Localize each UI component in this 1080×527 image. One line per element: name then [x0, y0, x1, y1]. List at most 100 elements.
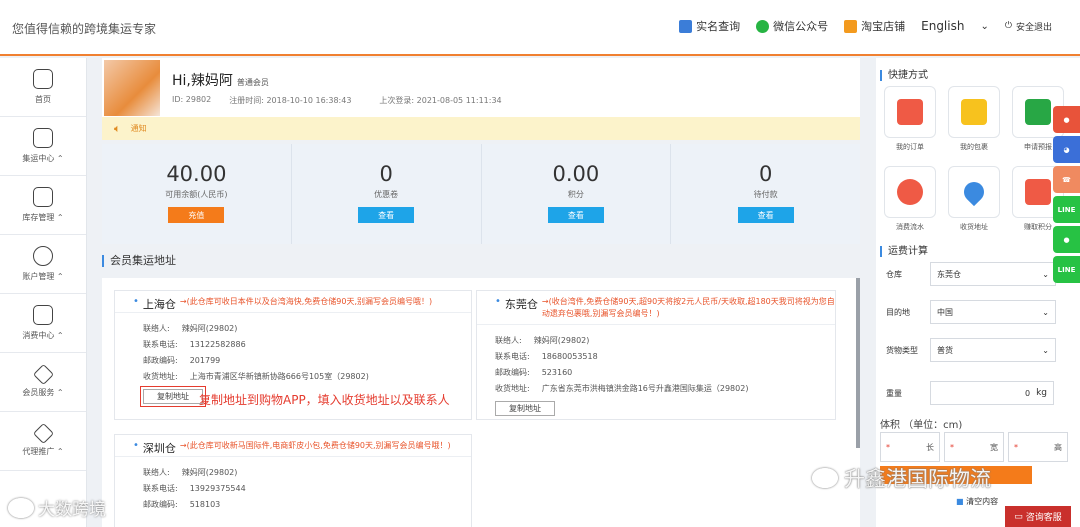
package-icon: [961, 99, 987, 125]
calculator-title: 运费计算: [880, 246, 928, 257]
copy-address-button[interactable]: 复制地址: [140, 386, 206, 407]
brand-logo-icon: [8, 497, 34, 518]
volume-title: 体积 （单位：cm): [880, 420, 963, 431]
watermark-left: 大数跨境: [8, 495, 106, 520]
order-icon: [897, 99, 923, 125]
right-panel: 快捷方式 我的订单 我的包裹 申请预报 消费流水 收货地址 赚取积分 运费计算 …: [876, 58, 1080, 527]
wechat-icon: [756, 19, 770, 33]
wechat-link[interactable]: 微信公众号: [756, 18, 828, 34]
warehouse-card-shenzhen: • 深圳仓 →(此仓库可收新马国际件,电商虾皮小包,免费仓储90天,别漏写会员编…: [114, 434, 472, 527]
sidebar-item-label: 首页: [35, 95, 51, 104]
inventory-icon: [33, 187, 53, 207]
cargo-type-label: 货物类型: [886, 345, 918, 355]
taobao-link[interactable]: 淘宝店铺: [844, 18, 905, 34]
chevron-down-icon: ⌄: [1042, 307, 1049, 317]
shortcut-consumption[interactable]: 消费流水: [884, 166, 936, 232]
width-input[interactable]: * 宽: [944, 432, 1004, 462]
recharge-button[interactable]: 充值: [168, 207, 225, 223]
power-icon: ⏻: [1004, 21, 1012, 31]
weight-input[interactable]: 0 kg: [930, 381, 1054, 405]
shortcut-packages[interactable]: 我的包裹: [948, 86, 1000, 152]
dimension-inputs: * 长 * 宽 * 高: [880, 432, 1068, 462]
logout-label: 安全退出: [1015, 22, 1052, 33]
notice-label: 通知: [130, 124, 147, 133]
cargo-type-select[interactable]: 普货 ⌄: [930, 338, 1056, 362]
wechat-icon[interactable]: ●: [1053, 226, 1080, 253]
avatar[interactable]: [104, 60, 160, 116]
language-select[interactable]: English: [921, 19, 964, 33]
register-time: 注册时间: 2018-10-10 16:38:43: [229, 96, 352, 105]
copy-address-button[interactable]: 复制地址: [495, 401, 555, 416]
sidebar-item-member[interactable]: 会员服务 ⌃: [0, 353, 86, 412]
clear-link[interactable]: ■ 清空内容: [956, 496, 998, 507]
notice-bar[interactable]: 🔈︎ 通知: [102, 117, 860, 140]
stat-balance: 40.00 可用余额(人民币) 充值: [102, 144, 292, 244]
chat-icon[interactable]: ◕: [1053, 136, 1080, 163]
box-icon: [33, 128, 53, 148]
shortcut-orders[interactable]: 我的订单: [884, 86, 936, 152]
height-input[interactable]: * 高: [1008, 432, 1068, 462]
sidebar-item-consumption[interactable]: 消费中心 ⌃: [0, 294, 86, 353]
pie-tile: [884, 166, 936, 218]
greeting: Hi,辣妈阿 普通会员: [172, 73, 269, 89]
cargo-type-row: 货物类型 普货 ⌄: [886, 338, 1056, 362]
stats-panel: 40.00 可用余额(人民币) 充值 0 优惠卷 查看 0.00 积分 查看 0…: [102, 144, 860, 244]
weight-row: 重量 0 kg: [886, 381, 1054, 405]
line-icon[interactable]: LINE: [1053, 256, 1080, 283]
package-tile: [948, 86, 1000, 138]
section-title: 会员集运地址: [102, 255, 176, 267]
chevron-down-icon: ⌄: [1042, 269, 1049, 279]
contact-row: 联络人: 辣妈阿(29802): [143, 468, 238, 477]
address-list: • 上海仓 →(此仓库可收日本件以及台湾海快,免费仓储90天,别漏写会员编号哦！…: [102, 278, 860, 527]
wechat-logo-icon: [812, 468, 838, 488]
sidebar-item-account[interactable]: 账户管理 ⌃: [0, 235, 86, 294]
logout-link[interactable]: ⏻ 安全退出: [1005, 20, 1052, 33]
stat-value: 40.00: [166, 162, 227, 186]
realname-link[interactable]: 实名查询: [679, 18, 740, 34]
warehouse-header: • 深圳仓 →(此仓库可收新马国际件,电商虾皮小包,免费仓储90天,别漏写会员编…: [115, 435, 471, 457]
length-input[interactable]: * 长: [880, 432, 940, 462]
annotation-text: 复制地址到购物APP，填入收货地址以及联系人: [199, 393, 450, 407]
location-pin-icon: [959, 177, 989, 207]
phone-icon[interactable]: ☎: [1053, 166, 1080, 193]
profile-card: Hi,辣妈阿 普通会员 ID: 29802 注册时间: 2018-10-10 16…: [102, 58, 860, 118]
stat-coupons: 0 优惠卷 查看: [292, 144, 482, 244]
view-coupons-button[interactable]: 查看: [358, 207, 415, 223]
phone-row: 联系电话: 13929375544: [143, 484, 246, 493]
view-points-button[interactable]: 查看: [547, 207, 604, 223]
gift-icon: [1025, 179, 1051, 205]
destination-row: 目的地 中国 ⌄: [886, 300, 1056, 324]
shortcut-label: 我的包裹: [960, 143, 988, 151]
zip-row: 邮政编码: 523160: [495, 368, 573, 377]
stat-label: 积分: [567, 190, 584, 199]
sidebar-item-shipping[interactable]: 集运中心 ⌃: [0, 117, 86, 176]
address-row: 收货地址: 上海市青浦区华新镇新协路666号105室（29802): [143, 372, 369, 381]
weight-label: 重量: [886, 388, 902, 398]
warehouse-card-dongguan: • 东莞仓 →(收台湾件,免费仓储90天,超90天将按2元人民币/天收取,超18…: [476, 290, 836, 420]
top-bar: 您值得信赖的跨境集运专家 实名查询 微信公众号 淘宝店铺 English ⌄ ⏻…: [0, 0, 1080, 56]
main-content: Hi,辣妈阿 普通会员 ID: 29802 注册时间: 2018-10-10 16…: [102, 58, 860, 527]
warehouse-select[interactable]: 东莞仓 ⌄: [930, 262, 1056, 286]
shortcut-address[interactable]: 收货地址: [948, 166, 1000, 232]
floating-contacts: ● ◕ ☎ LINE ● LINE: [1053, 106, 1080, 283]
pie-chart-icon: [897, 179, 923, 205]
chevron-down-icon[interactable]: ⌄: [980, 21, 988, 32]
scrollbar[interactable]: [856, 278, 860, 448]
location-pin-icon: •: [133, 296, 139, 307]
sidebar-item-agent[interactable]: 代理推广 ⌃: [0, 412, 86, 471]
destination-select[interactable]: 中国 ⌄: [930, 300, 1056, 324]
sidebar-item-inventory[interactable]: 库存管理 ⌃: [0, 176, 86, 235]
view-pending-button[interactable]: 查看: [737, 207, 794, 223]
site-tagline: 您值得信赖的跨境集运专家: [12, 22, 157, 36]
consult-button[interactable]: ▭ 咨询客服: [1005, 506, 1071, 527]
line-icon[interactable]: LINE: [1053, 196, 1080, 223]
warehouse-header: • 上海仓 →(此仓库可收日本件以及台湾海快,免费仓储90天,别漏写会员编号哦！…: [115, 291, 471, 313]
order-tile: [884, 86, 936, 138]
contact-row: 联络人: 辣妈阿(29802): [143, 324, 238, 333]
sidebar-item-home[interactable]: 首页: [0, 58, 86, 117]
qq-icon[interactable]: ●: [1053, 106, 1080, 133]
shortcut-label: 我的订单: [896, 143, 924, 151]
diamond-icon: [32, 363, 54, 385]
warehouse-header: • 东莞仓 →(收台湾件,免费仓储90天,超90天将按2元人民币/天收取,超18…: [477, 291, 835, 325]
address-row: 收货地址: 广东省东莞市洪梅镇洪金路16号升鑫港国际集运（29802): [495, 384, 749, 393]
